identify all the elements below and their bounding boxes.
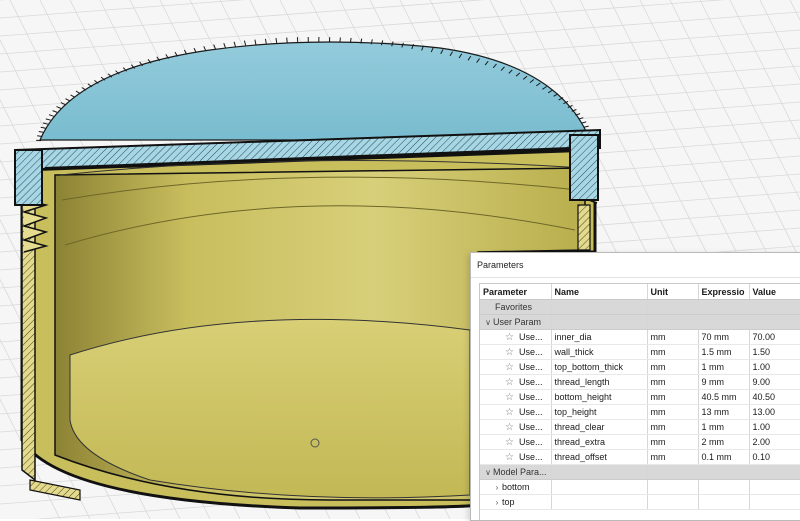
- favorites-label: Favorites: [480, 300, 551, 315]
- chevron-down-icon[interactable]: ∨: [483, 468, 493, 477]
- user-param-row[interactable]: ☆Use...thread_extramm2 mm2.00: [480, 435, 800, 450]
- param-type-cell: ☆Use...: [480, 375, 551, 390]
- table-header-row: Parameter Name Unit Expressio Value: [480, 284, 800, 300]
- param-expression-cell[interactable]: 0.1 mm: [698, 450, 749, 465]
- model-child-label: ›bottom: [480, 480, 551, 495]
- param-unit-cell[interactable]: mm: [647, 450, 698, 465]
- param-name-cell[interactable]: wall_thick: [551, 345, 647, 360]
- user-params-group-row[interactable]: ∨User Param: [480, 315, 800, 330]
- user-param-row[interactable]: ☆Use...wall_thickmm1.5 mm1.50: [480, 345, 800, 360]
- param-name-cell[interactable]: bottom_height: [551, 390, 647, 405]
- param-name-cell[interactable]: top_bottom_thick: [551, 360, 647, 375]
- param-expression-cell[interactable]: 9 mm: [698, 375, 749, 390]
- param-value-cell: 1.50: [749, 345, 800, 360]
- model-param-row[interactable]: ›top: [480, 495, 800, 510]
- chevron-right-icon[interactable]: ›: [492, 483, 502, 492]
- star-icon[interactable]: ☆: [505, 453, 517, 463]
- param-value-cell: 9.00: [749, 375, 800, 390]
- param-unit-cell[interactable]: mm: [647, 330, 698, 345]
- column-header-name[interactable]: Name: [551, 284, 647, 300]
- param-unit-cell[interactable]: mm: [647, 435, 698, 450]
- user-param-row[interactable]: ☆Use...thread_lengthmm9 mm9.00: [480, 375, 800, 390]
- star-icon[interactable]: ☆: [505, 348, 517, 358]
- column-header-parameter[interactable]: Parameter: [480, 284, 551, 300]
- column-header-unit[interactable]: Unit: [647, 284, 698, 300]
- param-expression-cell[interactable]: 1 mm: [698, 360, 749, 375]
- column-header-value[interactable]: Value: [749, 284, 800, 300]
- star-icon[interactable]: ☆: [505, 423, 517, 433]
- model-child-label: ›top: [480, 495, 551, 510]
- chevron-down-icon[interactable]: ∨: [483, 318, 493, 327]
- parameters-table: Parameter Name Unit Expressio Value Favo…: [480, 284, 800, 510]
- param-name-cell[interactable]: inner_dia: [551, 330, 647, 345]
- model-params-label: ∨Model Para...: [480, 465, 551, 480]
- parameters-dialog[interactable]: Parameters Parameter Name Unit Expressio…: [470, 252, 800, 521]
- user-param-row[interactable]: ☆Use...thread_clearmm1 mm1.00: [480, 420, 800, 435]
- param-unit-cell[interactable]: mm: [647, 345, 698, 360]
- model-params-group-row[interactable]: ∨Model Para...: [480, 465, 800, 480]
- user-param-row[interactable]: ☆Use...bottom_heightmm40.5 mm40.50: [480, 390, 800, 405]
- param-expression-cell[interactable]: 70 mm: [698, 330, 749, 345]
- star-icon[interactable]: ☆: [505, 393, 517, 403]
- star-icon[interactable]: ☆: [505, 378, 517, 388]
- param-value-cell: 2.00: [749, 435, 800, 450]
- dialog-title: Parameters: [471, 253, 800, 278]
- star-icon[interactable]: ☆: [505, 363, 517, 373]
- param-type-cell: ☆Use...: [480, 420, 551, 435]
- param-expression-cell[interactable]: 13 mm: [698, 405, 749, 420]
- param-value-cell: 0.10: [749, 450, 800, 465]
- param-type-cell: ☆Use...: [480, 405, 551, 420]
- favorites-group-row[interactable]: Favorites: [480, 300, 800, 315]
- param-expression-cell[interactable]: 1 mm: [698, 420, 749, 435]
- user-param-row[interactable]: ☆Use...inner_diamm70 mm70.00: [480, 330, 800, 345]
- parameters-table-container[interactable]: Parameter Name Unit Expressio Value Favo…: [479, 283, 800, 520]
- param-unit-cell[interactable]: mm: [647, 360, 698, 375]
- param-unit-cell[interactable]: mm: [647, 405, 698, 420]
- param-unit-cell[interactable]: mm: [647, 375, 698, 390]
- param-expression-cell[interactable]: 40.5 mm: [698, 390, 749, 405]
- param-unit-cell[interactable]: mm: [647, 390, 698, 405]
- param-expression-cell[interactable]: 2 mm: [698, 435, 749, 450]
- param-value-cell: 1.00: [749, 360, 800, 375]
- user-param-row[interactable]: ☆Use...top_bottom_thickmm1 mm1.00: [480, 360, 800, 375]
- param-value-cell: 70.00: [749, 330, 800, 345]
- user-param-row[interactable]: ☆Use...top_heightmm13 mm13.00: [480, 405, 800, 420]
- param-name-cell[interactable]: top_height: [551, 405, 647, 420]
- param-name-cell[interactable]: thread_extra: [551, 435, 647, 450]
- param-type-cell: ☆Use...: [480, 450, 551, 465]
- user-params-label: ∨User Param: [480, 315, 551, 330]
- star-icon[interactable]: ☆: [505, 333, 517, 343]
- star-icon[interactable]: ☆: [505, 408, 517, 418]
- column-header-expression[interactable]: Expressio: [698, 284, 749, 300]
- param-name-cell[interactable]: thread_length: [551, 375, 647, 390]
- param-name-cell[interactable]: thread_offset: [551, 450, 647, 465]
- model-param-row[interactable]: ›bottom: [480, 480, 800, 495]
- param-value-cell: 40.50: [749, 390, 800, 405]
- param-value-cell: 1.00: [749, 420, 800, 435]
- param-type-cell: ☆Use...: [480, 435, 551, 450]
- param-unit-cell[interactable]: mm: [647, 420, 698, 435]
- star-icon[interactable]: ☆: [505, 438, 517, 448]
- param-type-cell: ☆Use...: [480, 360, 551, 375]
- param-name-cell[interactable]: thread_clear: [551, 420, 647, 435]
- param-type-cell: ☆Use...: [480, 390, 551, 405]
- user-param-row[interactable]: ☆Use...thread_offsetmm0.1 mm0.10: [480, 450, 800, 465]
- param-value-cell: 13.00: [749, 405, 800, 420]
- param-type-cell: ☆Use...: [480, 330, 551, 345]
- chevron-right-icon[interactable]: ›: [492, 498, 502, 507]
- param-type-cell: ☆Use...: [480, 345, 551, 360]
- param-expression-cell[interactable]: 1.5 mm: [698, 345, 749, 360]
